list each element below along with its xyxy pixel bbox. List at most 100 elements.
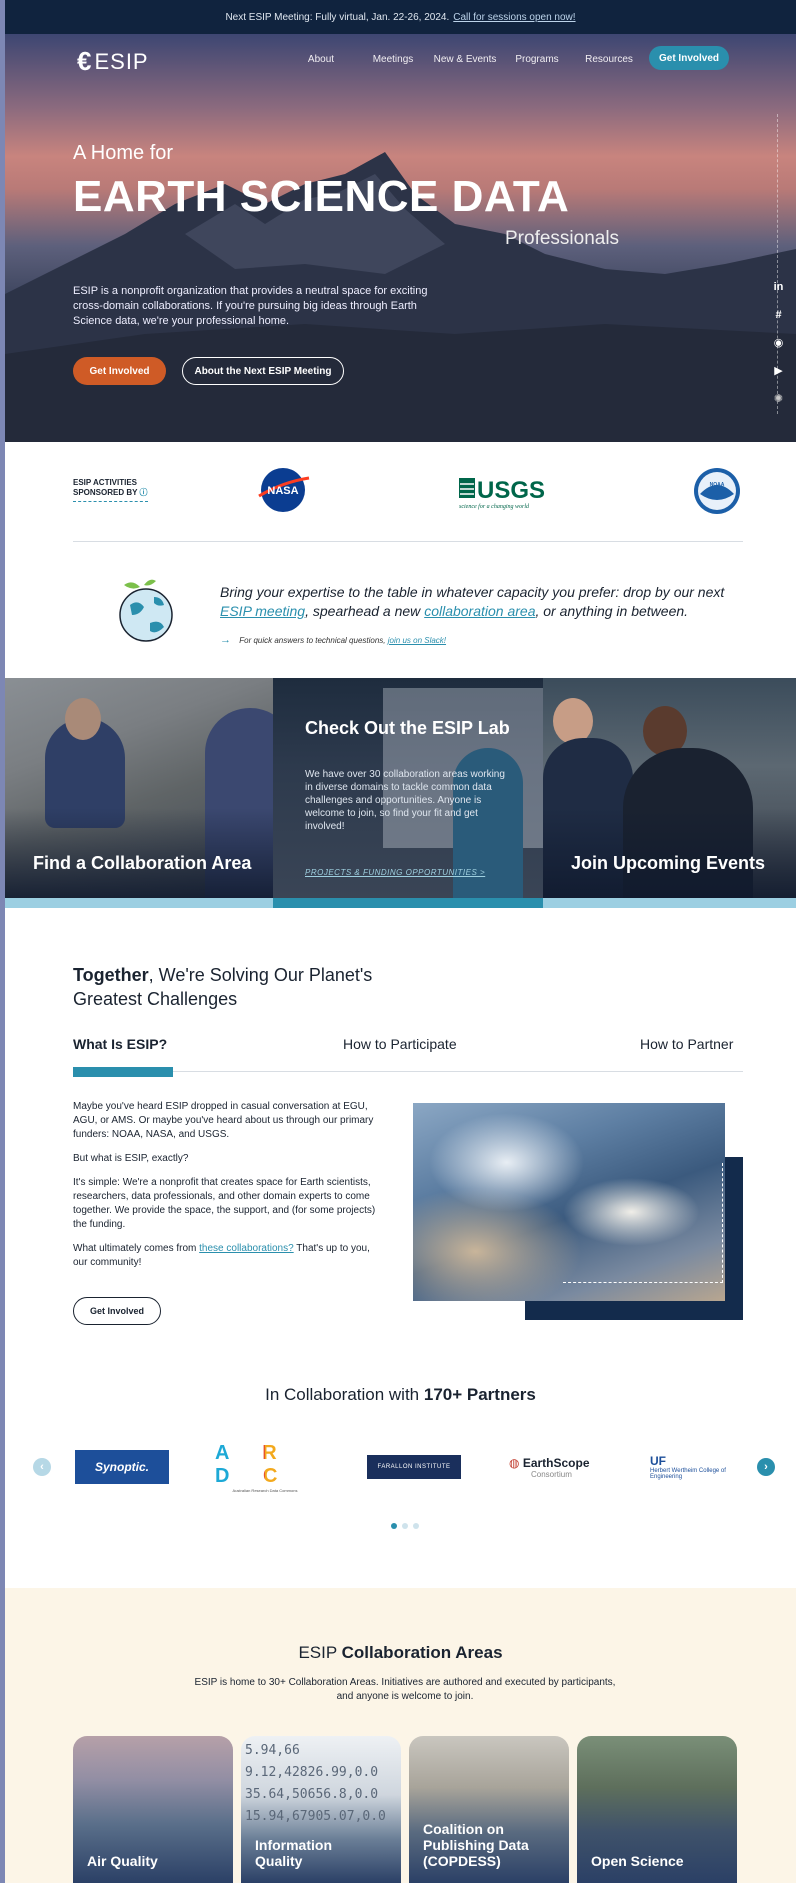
info-tabs: What Is ESIP? How to Participate How to … xyxy=(73,1036,743,1077)
sponsor-label-line2: SPONSORED BY xyxy=(73,488,138,497)
callout-text-part: Bring your expertise to the table in wha… xyxy=(220,584,725,600)
numbers-art: 5.94,66 9.12,42826.99,0.0 35.64,50656.8,… xyxy=(245,1743,386,1824)
esip-lab-body: We have over 30 collaboration areas work… xyxy=(305,769,505,832)
decorative-dashed-frame xyxy=(563,1163,723,1283)
nav-item-resources[interactable]: Resources xyxy=(573,54,645,65)
noaa-logo-text: NOAA xyxy=(710,482,725,488)
collab-card-label: Information Quality xyxy=(255,1837,332,1869)
what-is-paragraph: Maybe you've heard ESIP dropped in casua… xyxy=(73,1101,374,1140)
nav-item-meetings[interactable]: Meetings xyxy=(357,54,429,65)
carousel-dot[interactable] xyxy=(402,1523,408,1529)
tab-how-to-participate[interactable]: How to Participate xyxy=(343,1036,457,1052)
carousel-next-icon[interactable]: › xyxy=(757,1458,775,1476)
earthscope-logo-text: ◍ EarthScope xyxy=(509,1456,590,1470)
info-icon[interactable]: ⓘ xyxy=(140,488,148,497)
logo-text: ESIP xyxy=(94,48,149,74)
ardc-logo-text: A R D C xyxy=(215,1442,315,1488)
together-heading-line2: Greatest Challenges xyxy=(73,989,238,1009)
farallon-logo[interactable]: FARALLON INSTITUTE xyxy=(367,1455,461,1479)
together-heading: Together, We're Solving Our Planet's Gre… xyxy=(73,963,372,1011)
what-is-esip-content: Maybe you've heard ESIP dropped in casua… xyxy=(73,1100,378,1280)
earth-aerial-image xyxy=(413,1103,725,1301)
together-heading-bold: Together xyxy=(73,965,149,985)
collab-card-label: Air Quality xyxy=(87,1853,158,1869)
nav-item-news-events[interactable]: New & Events xyxy=(429,54,501,65)
tab-what-is-esip[interactable]: What Is ESIP? xyxy=(73,1036,167,1052)
slack-link[interactable]: join us on Slack! xyxy=(388,636,446,645)
sponsor-label: ESIP ACTIVITIES SPONSORED BY ⓘ xyxy=(73,478,148,502)
divider xyxy=(73,541,743,542)
hero-title: EARTH SCIENCE DATA xyxy=(73,172,570,221)
collab-card-air-quality[interactable]: Air Quality xyxy=(73,1736,233,1883)
ardc-logo[interactable]: A R D C Australian Research Data Commons xyxy=(215,1442,315,1493)
uf-logo-subtext: Herbert Wertheim College of Engineering xyxy=(650,1468,726,1480)
upcoming-events-panel[interactable]: Join Upcoming Events xyxy=(543,678,796,898)
synoptic-logo-text: Synoptic. xyxy=(94,1460,149,1474)
slack-icon[interactable]: # xyxy=(770,306,787,323)
carousel-dots xyxy=(391,1523,419,1529)
linkedin-icon[interactable]: in xyxy=(770,278,787,295)
partners-heading-text: In Collaboration with xyxy=(265,1385,420,1404)
collab-card-copdess[interactable]: Coalition on Publishing Data (COPDESS) xyxy=(409,1736,569,1883)
settings-icon[interactable]: ✺ xyxy=(770,390,787,407)
callout-text: Bring your expertise to the table in wha… xyxy=(220,583,735,621)
carousel-dot[interactable] xyxy=(391,1523,397,1529)
callout-text-part: , spearhead a new xyxy=(305,603,421,619)
feature-panels: Find a Collaboration Area Check Out the … xyxy=(5,678,796,908)
next-meeting-button[interactable]: About the Next ESIP Meeting xyxy=(182,357,344,385)
youtube-icon[interactable]: ▶ xyxy=(770,362,787,379)
collab-heading-bold: Collaboration Areas xyxy=(341,1643,503,1662)
slack-line: → For quick answers to technical questio… xyxy=(220,634,446,646)
esip-lab-panel[interactable]: Check Out the ESIP Lab We have over 30 c… xyxy=(273,678,543,898)
slack-text: For quick answers to technical questions… xyxy=(239,636,386,645)
synoptic-logo[interactable]: Synoptic. xyxy=(75,1450,169,1484)
main-nav: € ESIP About Meetings New & Events Progr… xyxy=(5,34,796,88)
esip-meeting-link[interactable]: ESIP meeting xyxy=(220,603,305,619)
carousel-prev-icon[interactable]: ‹ xyxy=(33,1458,51,1476)
collaboration-area-link[interactable]: collaboration area xyxy=(424,603,535,619)
collab-card-label: Open Science xyxy=(591,1853,684,1869)
nav-menu: About Meetings New & Events Programs Res… xyxy=(285,46,729,70)
these-collaborations-link[interactable]: these collaborations? xyxy=(199,1243,294,1254)
nav-item-about[interactable]: About xyxy=(285,54,357,65)
earthscope-logo[interactable]: ◍ EarthScope Consortium xyxy=(509,1450,609,1484)
what-is-paragraph: It's simple: We're a nonprofit that crea… xyxy=(73,1177,376,1230)
join-upcoming-events-label[interactable]: Join Upcoming Events xyxy=(571,853,765,874)
collaboration-area-panel[interactable]: Find a Collaboration Area xyxy=(5,678,273,898)
noaa-logo[interactable]: NOAA xyxy=(692,466,742,516)
collab-heading: ESIP Collaboration Areas xyxy=(5,1643,796,1663)
sponsor-label-line1: ESIP ACTIVITIES xyxy=(73,478,138,487)
nav-get-involved-button[interactable]: Get Involved xyxy=(649,46,729,70)
earthscope-logo-name: EarthScope xyxy=(522,1455,590,1470)
globe-swoosh-icon: € xyxy=(77,46,93,76)
usgs-logo-text: USGS xyxy=(477,477,545,504)
esip-logo[interactable]: € ESIP xyxy=(77,46,149,77)
usgs-logo[interactable]: USGS science for a changing world xyxy=(457,472,553,512)
collab-description: ESIP is home to 30+ Collaboration Areas.… xyxy=(194,1677,616,1702)
collab-card-information-quality[interactable]: 5.94,66 9.12,42826.99,0.0 35.64,50656.8,… xyxy=(241,1736,401,1883)
collab-card-label: Coalition on Publishing Data (COPDESS) xyxy=(423,1821,529,1869)
nasa-logo[interactable]: NASA xyxy=(255,466,311,514)
esip-lab-title: Check Out the ESIP Lab xyxy=(305,718,510,738)
uf-logo[interactable]: UF Herbert Wertheim College of Engineeri… xyxy=(650,1450,740,1484)
uf-logo-text: UF xyxy=(650,1454,666,1468)
carousel-dot[interactable] xyxy=(413,1523,419,1529)
what-is-paragraph: What ultimately comes from these collabo… xyxy=(73,1242,378,1270)
earthscope-logo-subtext: Consortium xyxy=(531,1469,572,1479)
hero-get-involved-button[interactable]: Get Involved xyxy=(73,357,166,385)
github-icon[interactable]: ◉ xyxy=(770,334,787,351)
callout-text-part: , or anything in between. xyxy=(535,603,689,619)
nav-item-programs[interactable]: Programs xyxy=(501,54,573,65)
collab-card-open-science[interactable]: Open Science xyxy=(577,1736,737,1883)
hero-kicker: A Home for xyxy=(73,142,174,164)
collaboration-areas-section: ESIP Collaboration Areas ESIP is home to… xyxy=(5,1588,796,1883)
hero-body: ESIP is a nonprofit organization that pr… xyxy=(73,285,428,327)
tab-how-to-partner[interactable]: How to Partner xyxy=(640,1036,733,1052)
projects-funding-link[interactable]: PROJECTS & FUNDING OPPORTUNITIES > xyxy=(305,868,485,877)
nasa-logo-text: NASA xyxy=(267,485,298,497)
find-collaboration-area-label[interactable]: Find a Collaboration Area xyxy=(33,853,251,874)
partners-heading-bold: 170+ Partners xyxy=(423,1385,536,1404)
announcement-link[interactable]: Call for sessions open now! xyxy=(453,12,575,23)
what-is-get-involved-button[interactable]: Get Involved xyxy=(73,1297,161,1325)
usgs-tagline: science for a changing world xyxy=(459,503,530,510)
